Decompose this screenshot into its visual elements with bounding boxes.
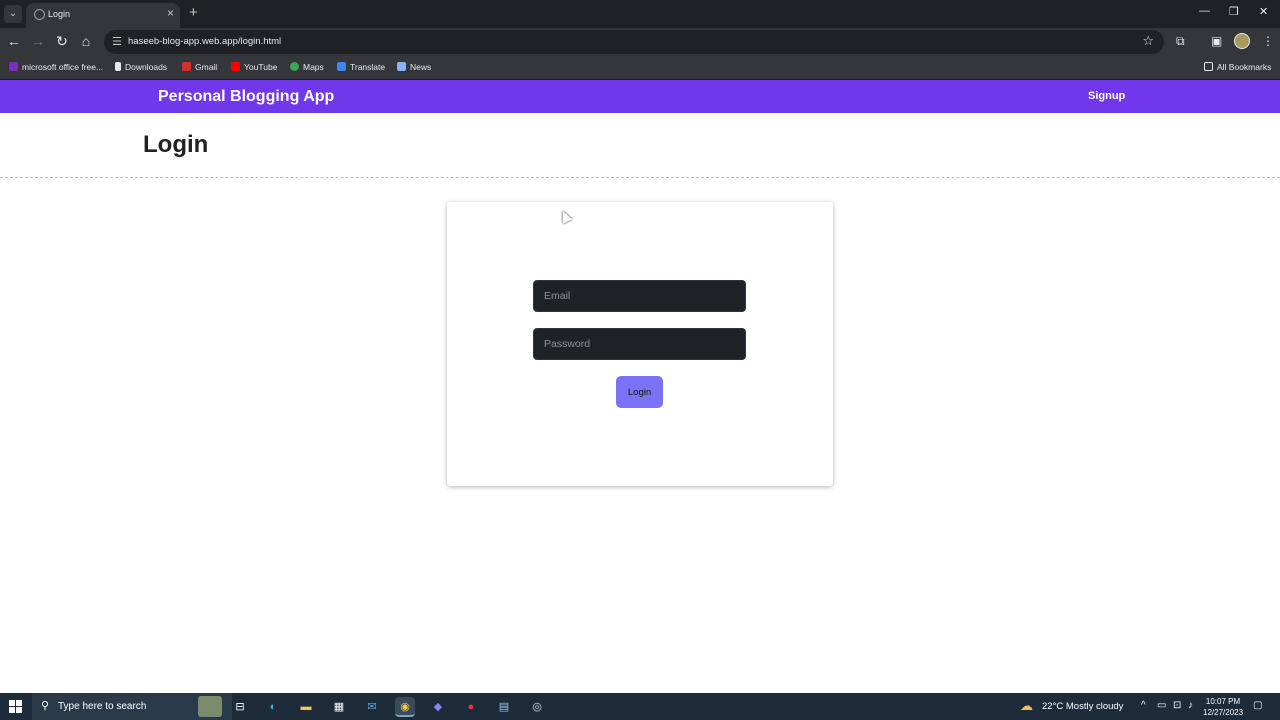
browser-tab-strip: ⌄ Login × + — ❐ ✕ [0, 0, 1280, 28]
tray-chevron-icon[interactable]: ^ [1141, 700, 1146, 711]
folder-icon [1204, 62, 1213, 71]
search-icon: ⚲ [41, 700, 50, 712]
page-title: Login [143, 131, 209, 158]
bookmark-star-icon[interactable]: ☆ [1142, 33, 1154, 49]
news-icon [397, 62, 406, 71]
menu-kebab-icon[interactable]: ⋮ [1262, 34, 1274, 48]
notifications-icon[interactable]: ▢ [1253, 700, 1262, 711]
store-icon[interactable]: ▦ [329, 697, 349, 717]
site-info-icon[interactable]: ☰ [112, 35, 122, 48]
weather-cloud-icon[interactable]: ☁ [1020, 698, 1033, 714]
new-tab-button[interactable]: + [189, 4, 198, 21]
forward-arrow-icon[interactable]: → [29, 33, 47, 49]
yahoo-icon [9, 62, 18, 71]
globe-icon [34, 9, 45, 20]
download-icon [115, 62, 121, 71]
bookmark-item[interactable]: Maps [290, 62, 324, 72]
browser-toolbar: ← → ↻ ⌂ ☰ haseeb-blog-app.web.app/login.… [0, 28, 1280, 56]
taskbar-clock[interactable]: 10:07 PM 12/27/2023 [1203, 696, 1243, 718]
youtube-icon [231, 62, 240, 71]
search-highlight-image [198, 696, 222, 717]
bookmark-item[interactable]: microsoft office free... [9, 62, 103, 72]
app-navbar: Personal Blogging App Signup [0, 80, 1280, 113]
bookmark-item[interactable]: News [397, 62, 431, 72]
password-field[interactable] [533, 328, 746, 360]
login-button[interactable]: Login [616, 376, 663, 408]
bookmark-item[interactable]: Downloads [115, 62, 167, 72]
vscode-icon[interactable]: ◆ [428, 697, 448, 717]
email-field[interactable] [533, 280, 746, 312]
side-panel-icon[interactable]: ▣ [1211, 34, 1222, 48]
battery-icon[interactable]: ▭ [1157, 700, 1166, 711]
close-tab-icon[interactable]: × [167, 6, 174, 20]
login-card: Login [447, 202, 833, 486]
taskbar-search[interactable]: ⚲ Type here to search [32, 693, 232, 720]
maps-icon [290, 62, 299, 71]
translate-icon [337, 62, 346, 71]
browser-tab[interactable]: Login × [26, 3, 180, 28]
home-icon[interactable]: ⌂ [77, 33, 95, 49]
bookmark-item[interactable]: YouTube [231, 62, 277, 72]
back-arrow-icon[interactable]: ← [5, 33, 23, 49]
mail-icon[interactable]: ✉ [362, 697, 382, 717]
network-icon[interactable]: ⊡ [1173, 700, 1181, 711]
tab-title: Login [48, 9, 71, 19]
screen-recorder-icon[interactable]: ◎ [527, 697, 547, 717]
brand-title[interactable]: Personal Blogging App [158, 88, 334, 106]
close-window-icon[interactable]: ✕ [1259, 5, 1268, 18]
restore-icon[interactable]: ❐ [1229, 5, 1239, 18]
extensions-icon[interactable]: ⧉ [1176, 34, 1185, 49]
address-bar[interactable]: ☰ haseeb-blog-app.web.app/login.html ☆ [104, 30, 1164, 54]
chrome-icon[interactable]: ◉ [395, 697, 415, 717]
notepad-icon[interactable]: ▤ [494, 697, 514, 717]
bookmark-item[interactable]: Gmail [182, 62, 217, 72]
edge-icon[interactable]: ◐ [263, 697, 283, 717]
task-view-icon[interactable]: ⊟ [230, 697, 250, 717]
tab-search-button[interactable]: ⌄ [4, 5, 22, 23]
reload-icon[interactable]: ↻ [53, 33, 71, 50]
page-header: Login [0, 113, 1280, 178]
profile-avatar[interactable] [1234, 33, 1250, 49]
gmail-icon [182, 62, 191, 71]
search-placeholder: Type here to search [58, 701, 147, 712]
signup-link[interactable]: Signup [1088, 90, 1125, 102]
bookmark-item[interactable]: Translate [337, 62, 385, 72]
media-app-icon[interactable]: ● [461, 697, 481, 717]
url-text: haseeb-blog-app.web.app/login.html [128, 36, 282, 47]
all-bookmarks[interactable]: All Bookmarks [1204, 62, 1271, 72]
windows-taskbar: ⚲ Type here to search ⊟ ◐ ▬ ▦ ✉ ◉ ◆ ● ▤ … [0, 693, 1280, 720]
windows-start-icon[interactable] [9, 700, 22, 713]
weather-text[interactable]: 22°C Mostly cloudy [1042, 701, 1123, 712]
volume-icon[interactable]: ♪ [1188, 700, 1193, 711]
file-explorer-icon[interactable]: ▬ [296, 697, 316, 717]
bookmarks-bar: microsoft office free... Downloads Gmail… [0, 56, 1280, 80]
minimize-icon[interactable]: — [1199, 5, 1210, 17]
